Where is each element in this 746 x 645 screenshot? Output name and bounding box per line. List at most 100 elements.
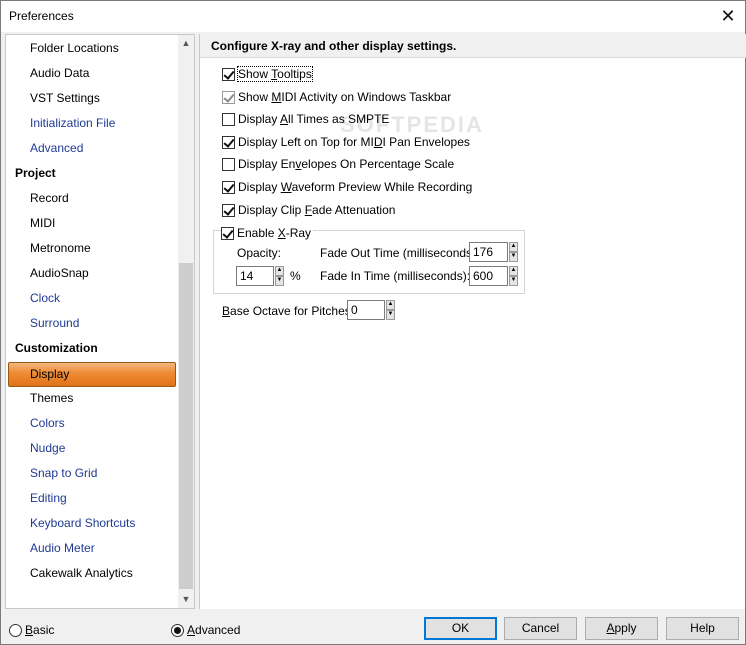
opacity-input[interactable]: 14: [236, 266, 274, 286]
ok-button[interactable]: OK: [424, 617, 497, 640]
checkbox-label: Display Waveform Preview While Recording: [238, 180, 472, 194]
label-text: Enable: [237, 226, 278, 240]
advanced-label-text: dvanced: [195, 623, 241, 637]
sidebar-item-audio-meter[interactable]: Audio Meter: [6, 536, 179, 561]
base-octave-input[interactable]: 0: [347, 300, 385, 320]
apply-button[interactable]: Apply: [585, 617, 658, 640]
fade-in-spinner[interactable]: ▲ ▼: [509, 266, 518, 286]
advanced-radio[interactable]: [171, 624, 184, 637]
label-mnemonic: A: [280, 112, 289, 126]
checkbox-label: Enable X-Ray: [237, 226, 311, 240]
label-text: Display: [238, 180, 281, 194]
clip-fade-checkbox[interactable]: Display Clip Fade Attenuation: [222, 201, 395, 219]
label-text: Display: [238, 112, 281, 126]
spin-down-icon[interactable]: ▼: [509, 252, 518, 262]
fade-out-label: Fade Out Time (milliseconds):: [320, 246, 480, 260]
spin-down-icon[interactable]: ▼: [386, 310, 395, 320]
sidebar-item-cakewalk-analytics[interactable]: Cakewalk Analytics: [6, 561, 179, 586]
base-octave-label: Base Octave for Pitches:: [222, 304, 354, 318]
spin-up-icon[interactable]: ▲: [509, 266, 518, 276]
sidebar-item-snap-to-grid[interactable]: Snap to Grid: [6, 461, 179, 486]
label-text: Display Left on Top for MI: [238, 135, 374, 149]
label-mnemonic: F: [304, 203, 313, 217]
sidebar-item-surround[interactable]: Surround: [6, 311, 179, 336]
scroll-thumb[interactable]: [179, 263, 193, 589]
cancel-button[interactable]: Cancel: [504, 617, 577, 640]
display-smpte-checkbox[interactable]: Display All Times as SMPTE: [222, 110, 389, 128]
spin-down-icon[interactable]: ▼: [509, 276, 518, 286]
label-text: -Ray: [285, 226, 312, 240]
sidebar-item-folder-locations[interactable]: Folder Locations: [6, 36, 179, 61]
apply-label-text: pply: [614, 621, 637, 635]
checkbox-box[interactable]: [222, 112, 235, 126]
basic-radio[interactable]: [9, 624, 22, 637]
fade-in-label: Fade In Time (milliseconds):: [320, 269, 471, 283]
help-button[interactable]: Help: [666, 617, 739, 640]
sidebar-item-themes[interactable]: Themes: [6, 386, 179, 411]
basic-radio-label[interactable]: Basic: [25, 623, 54, 637]
sidebar-item-metronome[interactable]: Metronome: [6, 236, 179, 261]
fade-out-spinner[interactable]: ▲ ▼: [509, 242, 518, 262]
preferences-window: Preferences ✕ Folder Locations Audio Data…: [0, 0, 746, 645]
sidebar-item-audiosnap[interactable]: AudioSnap: [6, 261, 179, 286]
panel-heading: Configure X-ray and other display settin…: [200, 34, 746, 58]
sidebar-item-nudge[interactable]: Nudge: [6, 436, 179, 461]
apply-mnemonic: A: [606, 621, 615, 635]
title-bar: Preferences ✕: [1, 1, 745, 32]
spin-up-icon[interactable]: ▲: [275, 266, 284, 276]
label-text: IDI Activity on Windows Taskbar: [281, 90, 452, 104]
base-octave-spinner[interactable]: ▲ ▼: [386, 300, 395, 320]
checkbox-box[interactable]: [222, 135, 235, 149]
base-octave-mnemonic: B: [222, 304, 231, 318]
checkbox-box[interactable]: [222, 180, 235, 194]
checkbox-box[interactable]: [222, 157, 235, 171]
sidebar-item-colors[interactable]: Colors: [6, 411, 179, 436]
advanced-radio-label[interactable]: Advanced: [187, 623, 240, 637]
sidebar-scrollbar[interactable]: ▲ ▼: [178, 35, 194, 608]
label-mnemonic: M: [271, 90, 282, 104]
label-text: aveform Preview While Recording: [291, 180, 473, 194]
show-midi-activity-checkbox[interactable]: Show MIDI Activity on Windows Taskbar: [222, 88, 451, 106]
label-text: ll Times as SMPTE: [288, 112, 390, 126]
category-tree: Folder Locations Audio Data VST Settings In…: [5, 34, 195, 609]
checkbox-box[interactable]: [222, 67, 235, 81]
fade-out-input[interactable]: 176: [469, 242, 508, 262]
left-on-top-checkbox[interactable]: Display Left on Top for MIDI Pan Envelop…: [222, 133, 470, 151]
spin-down-icon[interactable]: ▼: [275, 276, 284, 286]
close-button[interactable]: ✕: [711, 1, 745, 32]
enable-xray-checkbox[interactable]: Enable X-Ray: [221, 224, 314, 242]
sidebar-item-editing[interactable]: Editing: [6, 486, 179, 511]
label-text: elopes On Percentage Scale: [301, 157, 455, 171]
checkbox-label: Display Clip Fade Attenuation: [238, 203, 395, 217]
close-icon: ✕: [720, 6, 736, 26]
sidebar-item-vst-settings[interactable]: VST Settings: [6, 86, 179, 111]
spin-up-icon[interactable]: ▲: [509, 242, 518, 252]
show-tooltips-checkbox[interactable]: Show Tooltips: [222, 65, 313, 83]
scroll-up-icon[interactable]: ▲: [178, 35, 194, 52]
label-text: Show: [238, 67, 272, 81]
checkbox-box[interactable]: [222, 203, 235, 217]
opacity-label: Opacity:: [237, 246, 282, 260]
spin-up-icon[interactable]: ▲: [386, 300, 395, 310]
percentage-scale-checkbox[interactable]: Display Envelopes On Percentage Scale: [222, 155, 454, 173]
sidebar-item-midi[interactable]: MIDI: [6, 211, 179, 236]
basic-mnemonic: B: [25, 623, 34, 637]
checkbox-label: Display Left on Top for MIDI Pan Envelop…: [238, 135, 470, 149]
sidebar-item-display[interactable]: Display: [8, 362, 176, 387]
category-list: Folder Locations Audio Data VST Settings In…: [6, 35, 179, 608]
sidebar-item-advanced[interactable]: Advanced: [6, 136, 179, 161]
sidebar-item-record[interactable]: Record: [6, 186, 179, 211]
checkbox-box[interactable]: [222, 90, 235, 104]
sidebar-item-initialization-file[interactable]: Initialization File: [6, 111, 179, 136]
checkbox-box[interactable]: [221, 226, 234, 240]
waveform-preview-checkbox[interactable]: Display Waveform Preview While Recording: [222, 178, 472, 196]
label-text: I Pan Envelopes: [382, 135, 470, 149]
sidebar-item-clock[interactable]: Clock: [6, 286, 179, 311]
sidebar-item-keyboard-shortcuts[interactable]: Keyboard Shortcuts: [6, 511, 179, 536]
sidebar-item-audio-data[interactable]: Audio Data: [6, 61, 179, 86]
opacity-spinner[interactable]: ▲ ▼: [275, 266, 284, 286]
label-text: Display Clip: [238, 203, 305, 217]
fade-in-input[interactable]: 600: [469, 266, 508, 286]
scroll-down-icon[interactable]: ▼: [178, 591, 194, 608]
sidebar-header-customization: Customization: [15, 341, 98, 355]
